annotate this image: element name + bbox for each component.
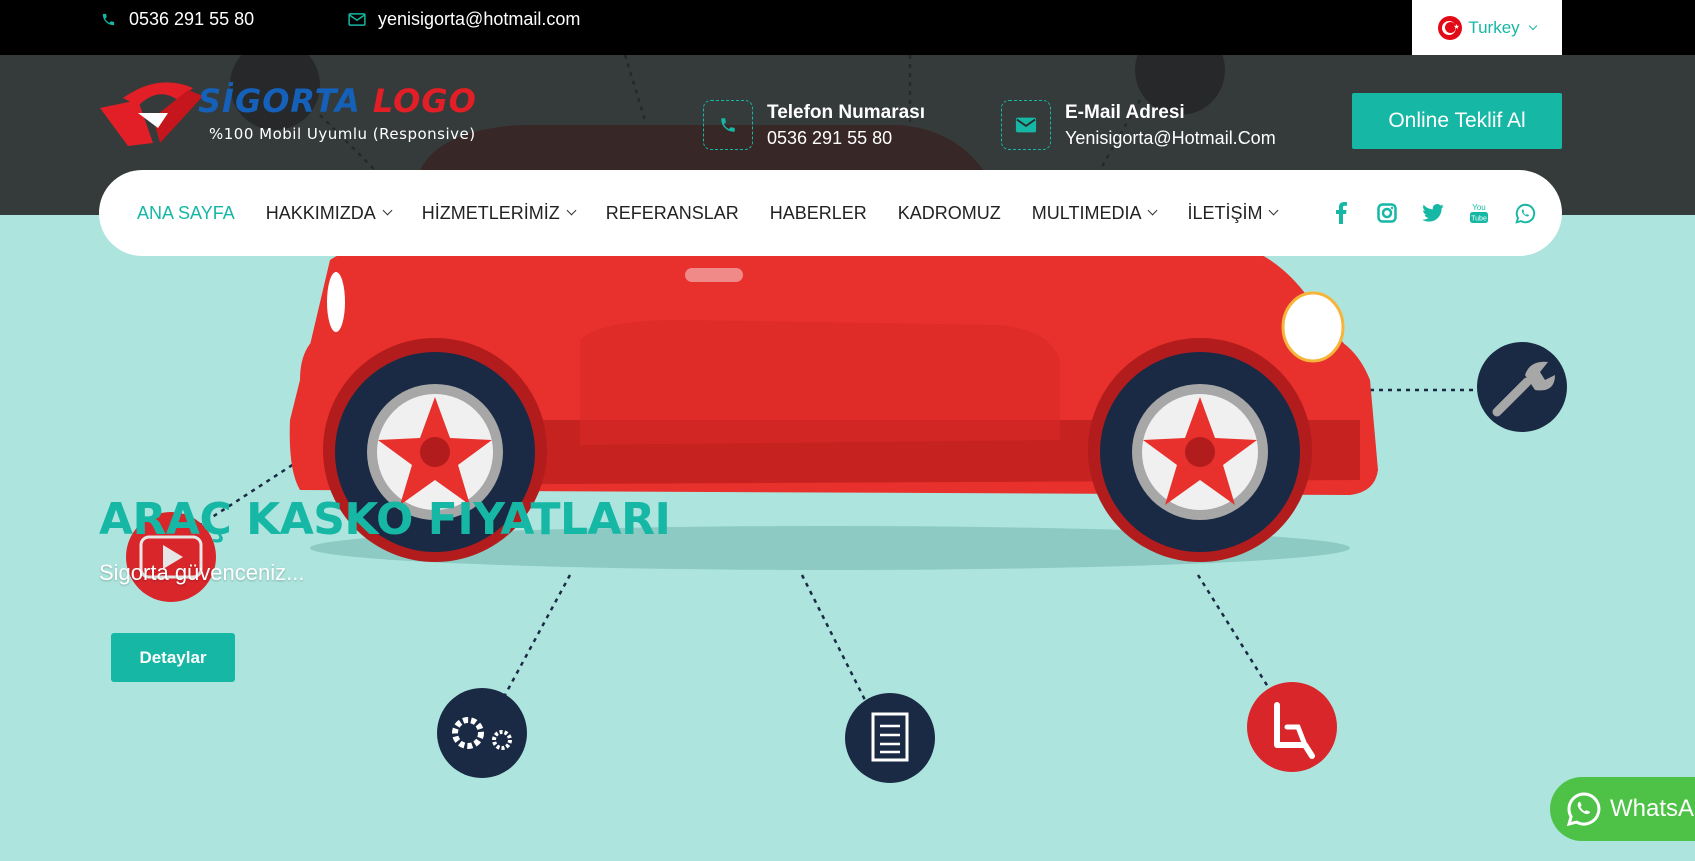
header-email-contact[interactable]: E-Mail Adresi Yenisigorta@Hotmail.Com <box>1001 100 1276 150</box>
turkey-flag-icon: ★ <box>1438 15 1463 40</box>
phone-icon <box>99 11 117 29</box>
document-icon <box>845 693 935 783</box>
chevron-down-icon <box>566 205 577 216</box>
nav-item-label: HİZMETLERİMİZ <box>421 202 560 223</box>
nav-item-label: ANA SAYFA <box>137 202 235 223</box>
online-quote-button[interactable]: Online Teklif Al <box>1352 93 1562 149</box>
topbar-email-text: yenisigorta@hotmail.com <box>378 9 581 29</box>
language-selector[interactable]: ★ Turkey <box>1412 0 1562 55</box>
whatsapp-floating-button[interactable]: WhatsA <box>1550 777 1695 841</box>
logo-text: SİGORTA LOGO <box>198 82 477 120</box>
envelope-icon <box>1001 100 1051 150</box>
nav-item-home[interactable]: ANA SAYFA <box>137 203 235 224</box>
youtube-icon[interactable]: You Tube <box>1468 202 1490 224</box>
topbar-phone[interactable]: 0536 291 55 80 <box>99 9 254 30</box>
facebook-icon[interactable] <box>1330 202 1352 224</box>
social-links: You Tube <box>1330 170 1536 256</box>
hero-title: ARAÇ KASKO FIYATLARI <box>99 494 671 545</box>
nav-item-contact[interactable]: İLETİŞİM <box>1187 202 1279 224</box>
details-button[interactable]: Detaylar <box>111 633 235 682</box>
nav-item-staff[interactable]: KADROMUZ <box>898 203 1001 224</box>
car-seat-icon <box>1247 682 1337 772</box>
language-label: Turkey <box>1468 17 1520 37</box>
logo-tagline: %100 Mobil Uyumlu (Responsive) <box>209 125 476 143</box>
chevron-down-icon <box>1269 205 1279 216</box>
chevron-down-icon <box>1148 205 1158 216</box>
envelope-icon <box>348 11 366 29</box>
top-bar: 0536 291 55 80 yenisigorta@hotmail.com ★… <box>0 0 1695 55</box>
nav-item-references[interactable]: REFERANSLAR <box>606 203 739 224</box>
nav-item-label: İLETİŞİM <box>1187 202 1263 223</box>
logo-word-2: LOGO <box>372 82 477 120</box>
svg-text:Tube: Tube <box>1471 216 1487 223</box>
nav-item-services[interactable]: HİZMETLERİMİZ <box>421 202 577 224</box>
phone-value: 0536 291 55 80 <box>767 127 893 148</box>
nav-item-about[interactable]: HAKKIMIZDA <box>265 202 393 224</box>
email-value: Yenisigorta@Hotmail.Com <box>1065 127 1276 148</box>
chevron-down-icon <box>382 205 393 216</box>
whatsapp-icon[interactable] <box>1514 202 1536 224</box>
header-phone-contact[interactable]: Telefon Numarası 0536 291 55 80 <box>703 100 925 150</box>
hero-subtitle: Sigorta güvenceniz... <box>99 560 305 585</box>
nav-item-label: MULTIMEDIA <box>1031 202 1142 223</box>
topbar-email[interactable]: yenisigorta@hotmail.com <box>348 9 580 30</box>
main-nav: ANA SAYFA HAKKIMIZDA HİZMETLERİMİZ REFER… <box>99 170 1562 256</box>
nav-item-label: KADROMUZ <box>897 202 1001 223</box>
nav-item-label: HABERLER <box>769 202 867 223</box>
phone-title: Telefon Numarası <box>767 101 926 123</box>
logo-mark <box>100 82 203 146</box>
email-title: E-Mail Adresi <box>1065 101 1185 123</box>
whatsapp-icon <box>1566 792 1601 827</box>
logo-word-1: SİGORTA <box>198 82 361 120</box>
nav-item-label: REFERANSLAR <box>605 202 739 223</box>
wrench-icon <box>1477 342 1567 432</box>
nav-item-multimedia[interactable]: MULTIMEDIA <box>1031 202 1158 224</box>
instagram-icon[interactable] <box>1376 202 1398 224</box>
whatsapp-label: WhatsA <box>1610 795 1695 822</box>
gears-icon <box>437 688 527 778</box>
twitter-icon[interactable] <box>1422 202 1444 224</box>
nav-menu: ANA SAYFA HAKKIMIZDA HİZMETLERİMİZ REFER… <box>137 170 1308 256</box>
nav-item-news[interactable]: HABERLER <box>770 203 867 224</box>
nav-item-label: HAKKIMIZDA <box>265 202 376 223</box>
topbar-phone-text: 0536 291 55 80 <box>129 9 255 29</box>
svg-text:You: You <box>1472 203 1486 212</box>
phone-icon <box>703 100 753 150</box>
chevron-down-icon <box>1528 21 1537 30</box>
